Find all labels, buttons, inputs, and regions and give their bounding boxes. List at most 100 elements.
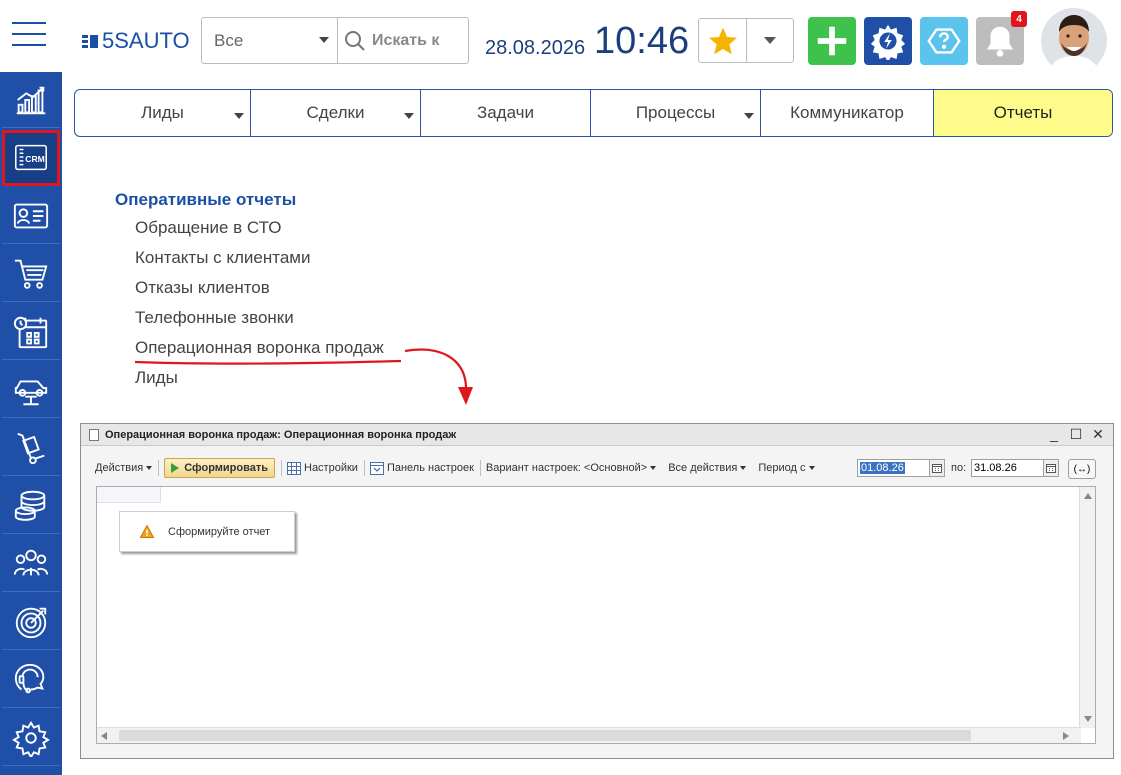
actions-menu[interactable]: Действия <box>95 462 153 474</box>
current-date: 28.08.2026 <box>485 37 586 59</box>
favorites-button[interactable] <box>699 19 747 62</box>
contact-card-icon <box>13 203 49 228</box>
tab-tasks[interactable]: Задачи <box>421 90 591 136</box>
shopping-cart-icon <box>14 259 48 289</box>
generate-report-button[interactable]: Сформировать <box>164 458 275 478</box>
vertical-scrollbar[interactable] <box>1079 487 1095 728</box>
scroll-left-icon[interactable] <box>101 732 107 740</box>
period-menu-label: Период с <box>758 462 806 474</box>
menu-hamburger-icon[interactable] <box>12 22 46 48</box>
tab-communicator-label: Коммуникатор <box>790 103 904 122</box>
sidebar-item-schedule[interactable] <box>2 304 60 360</box>
sidebar-item-contacts[interactable] <box>2 188 60 244</box>
sidebar-item-marketing[interactable] <box>2 594 60 650</box>
calendar-icon <box>932 464 942 473</box>
app-logo[interactable]: 5SAUTO <box>82 28 190 54</box>
chevron-down-icon[interactable] <box>234 113 244 119</box>
close-icon[interactable]: ✕ <box>1091 427 1105 441</box>
date-to-input[interactable]: 31.08.26 <box>971 459 1045 477</box>
report-link-client-refusals[interactable]: Отказы клиентов <box>135 278 384 308</box>
generate-report-notice: Сформируйте отчет <box>119 511 295 552</box>
variant-select-label: Вариант настроек: <Основной> <box>485 462 648 474</box>
search-placeholder: Искать к <box>372 31 440 49</box>
search-scope-select[interactable]: Все <box>202 18 338 63</box>
add-button[interactable] <box>808 17 856 65</box>
generate-report-notice-text: Сформируйте отчет <box>168 525 271 538</box>
scroll-right-icon[interactable] <box>1063 732 1069 740</box>
sidebar-item-staff[interactable] <box>2 536 60 592</box>
sidebar-item-crm[interactable]: CRM <box>2 130 60 186</box>
sidebar-item-logistics[interactable] <box>2 420 60 476</box>
chevron-down-icon <box>650 466 657 470</box>
all-actions-menu[interactable]: Все действия <box>668 462 747 474</box>
notifications-button[interactable]: 4 <box>976 11 1027 65</box>
report-spreadsheet[interactable]: Сформируйте отчет <box>96 486 1096 744</box>
tab-leads[interactable]: Лиды <box>75 90 251 136</box>
sidebar-item-analytics[interactable] <box>2 72 60 128</box>
all-actions-label: Все действия <box>668 462 738 474</box>
scrollbar-thumb[interactable] <box>119 730 971 741</box>
annotation-arrow-icon <box>134 348 473 405</box>
chevron-down-icon[interactable] <box>744 113 754 119</box>
current-time: 10:46 <box>594 20 690 62</box>
sidebar-item-service[interactable] <box>2 362 60 418</box>
date-from-input[interactable]: 01.08.26 <box>857 459 931 477</box>
sidebar-item-support[interactable] <box>2 652 60 708</box>
maximize-icon[interactable]: ☐ <box>1069 427 1083 441</box>
tab-reports[interactable]: Отчеты <box>934 90 1112 136</box>
sidebar-item-finance[interactable] <box>2 478 60 534</box>
tab-communicator[interactable]: Коммуникатор <box>761 90 934 136</box>
chevron-down-icon <box>146 466 153 470</box>
tab-processes[interactable]: Процессы <box>591 90 761 136</box>
target-icon <box>15 607 47 638</box>
headset-icon <box>14 663 45 693</box>
chart-growth-icon <box>16 86 46 114</box>
plus-icon <box>817 26 847 56</box>
main-nav: Лиды Сделки Задачи Процессы Коммуникатор… <box>74 89 1113 137</box>
minimize-icon[interactable]: _ <box>1047 427 1061 441</box>
sidebar-item-settings[interactable] <box>2 710 60 766</box>
user-avatar[interactable] <box>1041 8 1107 74</box>
variant-select[interactable]: Вариант настроек: <Основной> <box>485 462 657 474</box>
favorites-dropdown[interactable] <box>747 19 793 62</box>
toolbar-divider <box>363 460 365 476</box>
app-root: CRM 5SAUTO Все Искать к 28.08.2026 10:46… <box>0 0 1121 775</box>
toolbar-divider <box>479 460 481 476</box>
date-to-value: 31.08.26 <box>974 462 1017 474</box>
settings-panel-button[interactable]: Панель настроек <box>369 461 474 475</box>
service-settings-button[interactable] <box>864 17 912 65</box>
date-to-calendar-button[interactable] <box>1043 459 1059 477</box>
period-select-button[interactable]: (↔) <box>1068 459 1096 479</box>
chevron-down-icon <box>808 466 815 470</box>
report-link-sto-requests[interactable]: Обращение в СТО <box>135 218 384 248</box>
search-input[interactable]: Искать к <box>338 18 468 63</box>
chevron-down-icon[interactable] <box>404 113 414 119</box>
period-menu[interactable]: Период с <box>758 462 815 474</box>
panel-icon <box>369 461 384 475</box>
report-link-phone-calls[interactable]: Телефонные звонки <box>135 308 384 338</box>
toolbar-divider <box>158 460 160 476</box>
date-to-label: по: <box>951 462 967 474</box>
scroll-up-icon[interactable] <box>1084 493 1092 499</box>
favorites-control <box>698 18 794 63</box>
report-link-client-contacts[interactable]: Контакты с клиентами <box>135 248 384 278</box>
report-window-titlebar[interactable]: Операционная воронка продаж: Операционна… <box>81 424 1113 446</box>
user-photo-icon <box>1041 8 1107 74</box>
sidebar-item-sales[interactable] <box>2 246 60 302</box>
tab-processes-label: Процессы <box>635 103 716 122</box>
help-button[interactable] <box>920 17 968 65</box>
horizontal-scrollbar[interactable] <box>97 727 1081 743</box>
settings-table-icon <box>287 461 301 475</box>
tab-deals[interactable]: Сделки <box>251 90 421 136</box>
team-icon <box>13 549 49 576</box>
sidebar-strip: CRM <box>0 72 62 775</box>
calendar-clock-icon <box>13 316 48 348</box>
settings-button[interactable]: Настройки <box>287 461 358 475</box>
date-from-calendar-button[interactable] <box>929 459 945 477</box>
actions-menu-label: Действия <box>95 462 144 474</box>
bell-icon <box>986 26 1014 57</box>
generate-report-label: Сформировать <box>184 462 268 474</box>
database-icon <box>14 490 46 521</box>
scroll-down-icon[interactable] <box>1084 716 1092 722</box>
notifications-badge: 4 <box>1011 11 1027 27</box>
